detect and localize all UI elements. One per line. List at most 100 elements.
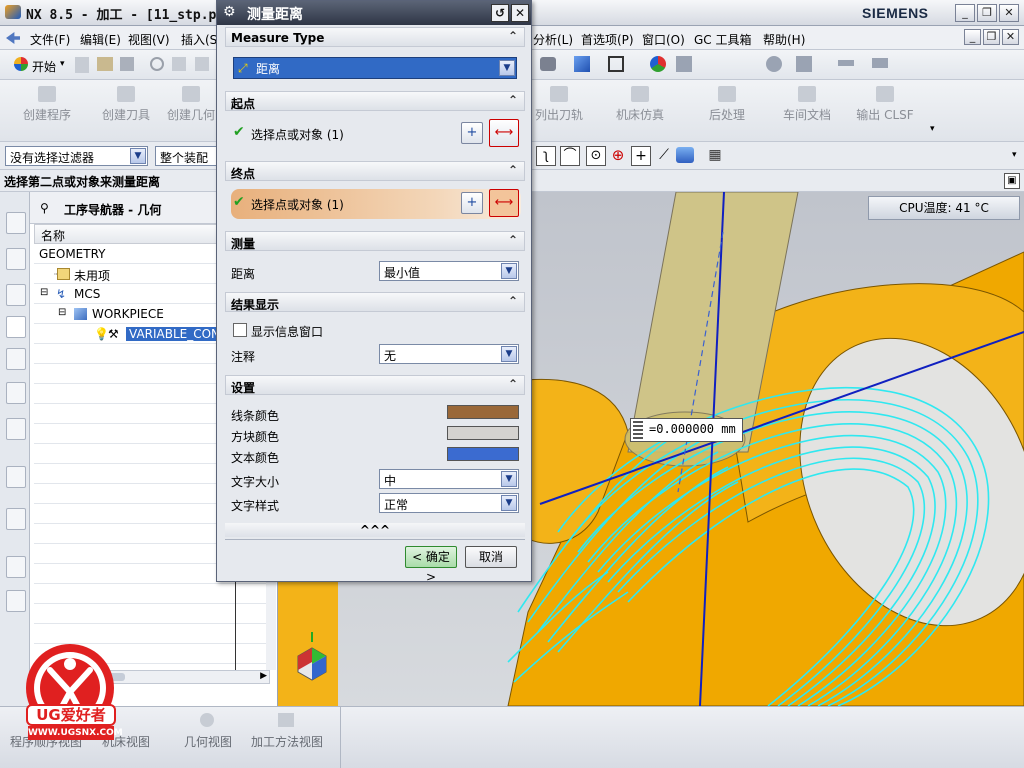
start-menu-button[interactable]: 开始 bbox=[32, 58, 56, 75]
paste-icon[interactable] bbox=[195, 57, 209, 71]
toolbar-overflow-icon[interactable]: ▾ bbox=[930, 124, 935, 134]
operation-nav-icon[interactable] bbox=[6, 316, 26, 338]
snap-arc-icon[interactable]: ⌒ bbox=[560, 146, 580, 166]
new-file-icon[interactable] bbox=[75, 57, 89, 73]
block-color-swatch[interactable] bbox=[447, 426, 519, 440]
shop-docs-button[interactable]: 车间文档 bbox=[772, 86, 842, 123]
create-tool-button[interactable]: 创建刀具 bbox=[91, 86, 161, 123]
minimize-button[interactable]: _ bbox=[955, 4, 975, 22]
machine-simulation-button[interactable]: 机床仿真 bbox=[605, 86, 675, 123]
text-size-select[interactable]: 中 ▼ bbox=[379, 469, 519, 489]
postprocess-button[interactable]: 后处理 bbox=[692, 86, 762, 123]
point-dialog-icon[interactable]: + bbox=[461, 122, 483, 144]
start-point-selector[interactable]: ✔ 选择点或对象 (1) + ⟷ bbox=[225, 119, 525, 149]
show-icon[interactable] bbox=[796, 56, 812, 72]
layer-icon[interactable] bbox=[676, 56, 692, 72]
open-file-icon[interactable] bbox=[97, 57, 113, 71]
snap-face-icon[interactable] bbox=[676, 147, 694, 163]
end-point-section-header[interactable]: 终点 ⌃ bbox=[225, 161, 525, 181]
history-icon[interactable] bbox=[6, 508, 26, 530]
settings-section-header[interactable]: 设置 ⌃ bbox=[225, 375, 525, 395]
menu-view[interactable]: 视图(V) bbox=[128, 31, 170, 48]
menu-preferences[interactable]: 首选项(P) bbox=[581, 31, 634, 48]
close-dialog-button[interactable]: ✕ bbox=[511, 4, 529, 22]
menu-file[interactable]: 文件(F) bbox=[30, 31, 70, 48]
shaded-cube-icon[interactable] bbox=[574, 56, 590, 72]
output-clsf-button[interactable]: 输出 CLSF bbox=[850, 86, 920, 123]
collapse-icon[interactable]: ⊟ bbox=[40, 287, 48, 298]
scope-select[interactable]: 整个装配 bbox=[155, 146, 217, 166]
menu-edit[interactable]: 编辑(E) bbox=[80, 31, 121, 48]
close-window-button[interactable]: ✕ bbox=[999, 4, 1019, 22]
dialog-title-bar[interactable]: ⚙ 测量距离 ↺ ✕ bbox=[217, 1, 531, 25]
cancel-button[interactable]: 取消 bbox=[465, 546, 517, 568]
doc-close-button[interactable]: ✕ bbox=[1002, 29, 1019, 45]
measure-tool-icon[interactable] bbox=[838, 60, 854, 66]
geometry-view-button[interactable]: 几何视图 bbox=[184, 733, 232, 750]
snap-center-icon[interactable]: ⊙ bbox=[586, 146, 606, 166]
ok-button[interactable]: < 确定 > bbox=[405, 546, 457, 584]
measure-section-header[interactable]: 测量 ⌃ bbox=[225, 231, 525, 251]
menu-window[interactable]: 窗口(O) bbox=[642, 31, 685, 48]
point-type-icon[interactable]: ⟷ bbox=[489, 189, 519, 217]
doc-minimize-button[interactable]: _ bbox=[964, 29, 981, 45]
part-nav-icon[interactable] bbox=[6, 284, 26, 306]
snap-intersection-icon[interactable]: + bbox=[631, 146, 651, 166]
grid-icon[interactable]: ▦ bbox=[706, 146, 724, 164]
snap-quadrant-icon[interactable]: ⊕ bbox=[608, 146, 628, 166]
snap-point-on-curve-icon[interactable]: ⟋ bbox=[654, 146, 674, 166]
start-point-section-header[interactable]: 起点 ⌃ bbox=[225, 91, 525, 111]
drag-handle-icon[interactable] bbox=[633, 421, 643, 439]
text-style-select[interactable]: 正常 ▼ bbox=[379, 493, 519, 513]
menu-gc-toolbox[interactable]: GC 工具箱 bbox=[694, 31, 752, 48]
measure-readout[interactable]: =0.000000 mm bbox=[630, 418, 743, 442]
assembly-nav-icon[interactable] bbox=[6, 212, 26, 234]
distance-select[interactable]: 最小值 ▼ bbox=[379, 261, 519, 281]
snap-curve-icon[interactable]: ʅ bbox=[536, 146, 556, 166]
menu-insert[interactable]: 插入(S bbox=[181, 31, 217, 48]
method-view-button[interactable]: 加工方法视图 bbox=[251, 733, 323, 750]
list-toolpath-button[interactable]: 列出刀轨 bbox=[524, 86, 594, 123]
line-color-swatch[interactable] bbox=[447, 405, 519, 419]
start-dropdown-icon[interactable]: ▾ bbox=[60, 59, 65, 69]
reset-icon[interactable]: ↺ bbox=[491, 4, 509, 22]
feature-nav-icon[interactable] bbox=[6, 382, 26, 404]
doc-restore-button[interactable]: ❐ bbox=[983, 29, 1000, 45]
clock-icon[interactable] bbox=[6, 556, 26, 578]
collapse-icon[interactable]: ⊟ bbox=[58, 307, 66, 318]
end-point-selector[interactable]: ✔ 选择点或对象 (1) + ⟷ bbox=[231, 189, 521, 219]
create-geometry-button[interactable]: 创建几何 bbox=[166, 86, 216, 123]
restore-button[interactable]: ❐ bbox=[977, 4, 997, 22]
machine-nav-icon[interactable] bbox=[6, 348, 26, 370]
library-icon[interactable] bbox=[6, 590, 26, 612]
palette-icon[interactable] bbox=[6, 418, 26, 440]
more-options-toggle[interactable]: ^^^ bbox=[225, 523, 525, 537]
show-info-checkbox[interactable] bbox=[233, 323, 247, 337]
results-section-header[interactable]: 结果显示 ⌃ bbox=[225, 292, 525, 312]
type-filter-select[interactable]: 没有选择过滤器 ▼ bbox=[5, 146, 148, 166]
measure-type-select[interactable]: ⤢ 距离 ▼ bbox=[233, 57, 517, 79]
measure-type-section-header[interactable]: Measure Type ⌃ bbox=[225, 27, 525, 47]
web-browser-icon[interactable] bbox=[6, 466, 26, 488]
gear-icon[interactable]: ⚙ bbox=[223, 4, 236, 20]
fullscreen-icon[interactable]: ▣ bbox=[1004, 173, 1020, 189]
cut-icon[interactable] bbox=[150, 57, 164, 71]
copy-icon[interactable] bbox=[172, 57, 186, 71]
save-icon[interactable] bbox=[120, 57, 134, 71]
bar-overflow-icon[interactable]: ▾ bbox=[1012, 150, 1017, 160]
menu-analysis[interactable]: 分析(L) bbox=[533, 31, 573, 48]
view-frame-icon[interactable] bbox=[608, 56, 624, 72]
annotation-select[interactable]: 无 ▼ bbox=[379, 344, 519, 364]
hide-icon[interactable] bbox=[766, 56, 782, 72]
pin-icon[interactable]: ⚲ bbox=[40, 201, 49, 215]
point-dialog-icon[interactable]: + bbox=[461, 192, 483, 214]
point-type-icon[interactable]: ⟷ bbox=[489, 119, 519, 147]
text-color-swatch[interactable] bbox=[447, 447, 519, 461]
create-program-button[interactable]: 创建程序 bbox=[12, 86, 82, 123]
snap-view-icon[interactable] bbox=[540, 57, 556, 71]
menu-help[interactable]: 帮助(H) bbox=[763, 31, 805, 48]
orient-icon[interactable] bbox=[650, 56, 666, 72]
constraint-nav-icon[interactable] bbox=[6, 248, 26, 270]
analysis-tool-icon[interactable] bbox=[872, 58, 888, 68]
scroll-right-icon[interactable]: ▶ bbox=[260, 671, 267, 681]
